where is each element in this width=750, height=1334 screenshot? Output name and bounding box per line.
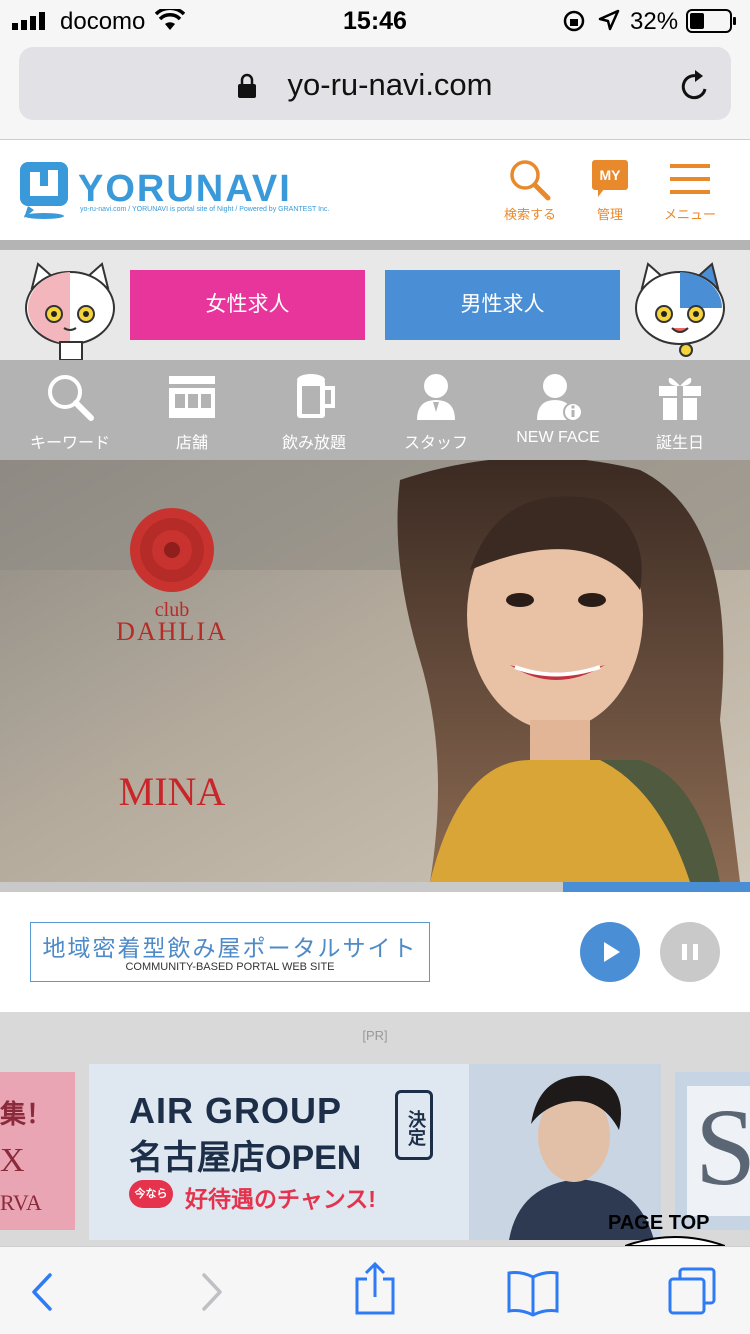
pause-button[interactable] bbox=[660, 922, 720, 982]
book-icon bbox=[507, 1271, 559, 1317]
female-jobs-button[interactable]: 女性求人 bbox=[130, 270, 365, 340]
play-button[interactable] bbox=[580, 922, 640, 982]
battery-percent: 32% bbox=[630, 8, 679, 35]
ad-pill: 今なら bbox=[129, 1180, 173, 1208]
pr-area: [PR] 集！ X RVA AIR GROUP 名古屋店OPEN 決定 今なら … bbox=[0, 1012, 750, 1246]
hero-slide[interactable]: club DAHLIA MINA bbox=[0, 460, 750, 882]
forward-button[interactable] bbox=[180, 1267, 240, 1317]
logo-wordmark: YORUNAVI bbox=[78, 168, 292, 208]
site-logo[interactable]: YORUNAVI yo-ru-navi.com / YORUNAVI is po… bbox=[18, 160, 368, 222]
search-icon bbox=[510, 160, 551, 201]
portal-banner: 地域密着型飲み屋ポータルサイト COMMUNITY-BASED PORTAL W… bbox=[30, 922, 430, 982]
rotation-lock-icon bbox=[563, 10, 585, 32]
store-icon bbox=[169, 376, 215, 418]
chevron-left-icon bbox=[32, 1273, 52, 1311]
category-label: 誕生日 bbox=[655, 435, 704, 452]
bookmarks-button[interactable] bbox=[503, 1267, 563, 1317]
logo-icon bbox=[20, 162, 68, 219]
chevron-right-icon bbox=[202, 1273, 222, 1311]
site-header: YORUNAVI yo-ru-navi.com / YORUNAVI is po… bbox=[0, 140, 750, 240]
ad-line-1: AIR GROUP bbox=[129, 1090, 343, 1131]
hero-photo: club DAHLIA MINA bbox=[0, 460, 750, 882]
blue-cat-mascot bbox=[635, 262, 725, 357]
page-top-button[interactable]: PAGE TOP bbox=[608, 1212, 710, 1235]
page-top-arrow-icon bbox=[625, 1236, 725, 1246]
share-button[interactable] bbox=[345, 1261, 405, 1315]
my-badge: MY bbox=[592, 160, 628, 190]
my-admin-button[interactable]: MY 管理 bbox=[570, 156, 650, 236]
category-label: スタッフ bbox=[403, 435, 468, 452]
share-icon bbox=[355, 1261, 395, 1315]
battery-icon bbox=[686, 9, 736, 33]
club-name: DAHLIA bbox=[116, 617, 228, 646]
tabs-button[interactable] bbox=[664, 1267, 724, 1317]
play-icon bbox=[604, 942, 620, 962]
category-new-face[interactable]: NEW FACE bbox=[498, 360, 618, 460]
pr-left-text-1: 集！ bbox=[0, 1099, 53, 1129]
staff-icon bbox=[417, 374, 455, 420]
category-label: 店舗 bbox=[175, 435, 208, 452]
magnifier-icon bbox=[48, 375, 94, 421]
pause-icon bbox=[682, 944, 698, 960]
category-staff[interactable]: スタッフ bbox=[376, 360, 496, 460]
logo-text: YORUNAVI bbox=[78, 168, 292, 208]
tabs-icon bbox=[668, 1267, 716, 1315]
location-icon bbox=[598, 9, 620, 31]
search-button[interactable]: 検索する bbox=[490, 156, 570, 236]
portal-row: 地域密着型飲み屋ポータルサイト COMMUNITY-BASED PORTAL W… bbox=[0, 892, 750, 1012]
pr-banner-air-group[interactable]: AIR GROUP 名古屋店OPEN 決定 今なら 好待遇のチャンス! bbox=[89, 1064, 661, 1240]
my-badge-tail bbox=[598, 189, 604, 197]
category-all-you-can-drink[interactable]: 飲み放題 bbox=[254, 360, 374, 460]
beer-mug-icon bbox=[297, 374, 335, 418]
job-band: 女性求人 男性求人 bbox=[0, 250, 750, 360]
category-store[interactable]: 店舗 bbox=[132, 360, 252, 460]
male-jobs-button[interactable]: 男性求人 bbox=[385, 270, 620, 340]
back-button[interactable] bbox=[14, 1267, 74, 1317]
slider-progress-fill bbox=[562, 882, 750, 892]
category-birthday[interactable]: 誕生日 bbox=[620, 360, 740, 460]
ad-badge: 決定 bbox=[395, 1090, 433, 1160]
category-label: 飲み放題 bbox=[281, 435, 346, 452]
ad-line-3: 好待遇のチャンス! bbox=[185, 1186, 376, 1212]
hero-person-name: MINA bbox=[119, 769, 226, 814]
url-text: yo-ru-navi.com bbox=[287, 67, 493, 102]
category-keyword[interactable]: キーワード bbox=[10, 360, 130, 460]
pr-banner-left[interactable]: 集！ X RVA bbox=[0, 1072, 75, 1230]
menu-label: メニュー bbox=[663, 207, 716, 222]
category-nav: キーワード 店舗 飲み放題 スタッフ NEW FACE 誕生日 bbox=[0, 360, 750, 460]
pr-label: [PR] bbox=[362, 1028, 388, 1043]
divider bbox=[0, 240, 750, 250]
gift-icon bbox=[659, 377, 701, 420]
portal-title-jp: 地域密着型飲み屋ポータルサイト bbox=[42, 935, 418, 961]
status-bar: docomo 15:46 32% bbox=[0, 0, 750, 42]
hamburger-icon bbox=[670, 164, 710, 194]
browser-toolbar: yo-ru-navi.com bbox=[0, 42, 750, 140]
search-label: 検索する bbox=[503, 207, 556, 222]
pr-left-text-2: X bbox=[0, 1142, 25, 1179]
browser-bottom-bar bbox=[0, 1246, 750, 1334]
portal-title-en: COMMUNITY-BASED PORTAL WEB SITE bbox=[125, 961, 335, 973]
pr-right-text: S bbox=[695, 1086, 750, 1208]
my-label: 管理 bbox=[596, 207, 623, 222]
new-face-icon bbox=[537, 374, 583, 422]
logo-tagline: yo-ru-navi.com / YORUNAVI is portal site… bbox=[80, 206, 330, 213]
pr-left-text-3: RVA bbox=[0, 1190, 42, 1215]
dahlia-flower-logo bbox=[130, 508, 214, 592]
category-label: NEW FACE bbox=[516, 429, 600, 446]
address-bar[interactable]: yo-ru-navi.com bbox=[19, 47, 731, 120]
menu-button[interactable]: メニュー bbox=[650, 156, 730, 236]
pink-cat-mascot bbox=[25, 262, 115, 360]
pr-banner-right[interactable]: S bbox=[675, 1072, 750, 1230]
category-label: キーワード bbox=[29, 435, 110, 452]
slider-progress bbox=[0, 882, 750, 892]
ad-line-2: 名古屋店OPEN bbox=[129, 1139, 362, 1177]
reload-icon[interactable] bbox=[679, 69, 711, 103]
